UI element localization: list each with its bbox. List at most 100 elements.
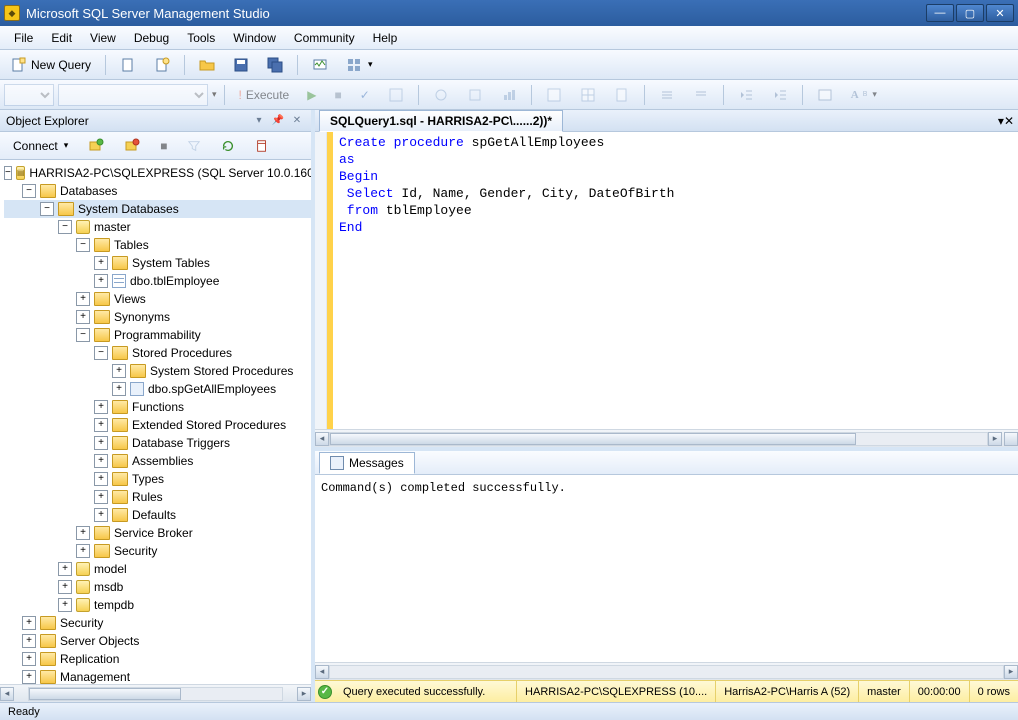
stored-procedures-node[interactable]: −Stored Procedures [4,344,311,362]
menu-file[interactable]: File [6,28,41,48]
estimated-plan-button[interactable] [381,83,411,107]
results-to-file-button[interactable] [607,83,637,107]
security-db-node[interactable]: +Security [4,542,311,560]
registered-servers-button[interactable]: ▾ [339,53,380,77]
assemblies-node[interactable]: +Assemblies [4,452,311,470]
scroll-thumb[interactable] [330,433,856,445]
replication-node[interactable]: +Replication [4,650,311,668]
new-query-button[interactable]: New Query [4,53,98,77]
oe-connect-icon-button[interactable] [81,135,111,157]
system-databases-node[interactable]: −System Databases [4,200,311,218]
tab-close-button[interactable]: ✕ [1004,114,1014,128]
management-node[interactable]: +Management [4,668,311,684]
oe-stop-button[interactable]: ■ [153,135,174,157]
document-tab[interactable]: SQLQuery1.sql - HARRISA2-PC\......2))* [319,110,563,132]
scroll-right-button[interactable]: ▸ [297,687,311,701]
scroll-thumb[interactable] [29,688,181,700]
decrease-indent-button[interactable] [731,83,761,107]
template-explorer-button[interactable]: AB▾ [844,83,884,107]
oe-summary-button[interactable] [248,135,276,157]
messages-tab[interactable]: Messages [319,452,415,474]
folder-icon [94,544,110,558]
results-to-grid-button[interactable] [573,83,603,107]
scroll-track[interactable] [329,432,988,446]
increase-indent-button[interactable] [765,83,795,107]
scroll-track[interactable] [329,665,1004,679]
model-node[interactable]: +model [4,560,311,578]
root-security-node[interactable]: +Security [4,614,311,632]
dbo-tblemployee-node[interactable]: +dbo.tblEmployee [4,272,311,290]
pin-button[interactable]: 📌 [270,113,286,129]
scroll-right-button[interactable]: ▸ [1004,665,1018,679]
extended-stored-procedures-node[interactable]: +Extended Stored Procedures [4,416,311,434]
views-node[interactable]: +Views [4,290,311,308]
minimize-button[interactable]: — [926,4,954,22]
menu-view[interactable]: View [82,28,124,48]
master-node[interactable]: −master [4,218,311,236]
defaults-node[interactable]: +Defaults [4,506,311,524]
debug-target-combo[interactable] [4,84,54,106]
service-broker-node[interactable]: +Service Broker [4,524,311,542]
new-project-button[interactable] [147,53,177,77]
menu-window[interactable]: Window [225,28,284,48]
oe-close-button[interactable]: ✕ [289,113,305,129]
menu-help[interactable]: Help [365,28,406,48]
include-plan-button[interactable] [460,83,490,107]
close-button[interactable]: ✕ [986,4,1014,22]
save-button[interactable] [226,53,256,77]
messages-scrollbar[interactable]: ◂ ▸ [315,662,1018,680]
tempdb-node[interactable]: +tempdb [4,596,311,614]
specify-values-button[interactable] [810,83,840,107]
stop-button[interactable]: ■ [327,83,348,107]
database-combo[interactable] [58,84,208,106]
messages-body[interactable]: Command(s) completed successfully. [315,475,1018,662]
connect-button[interactable]: Connect▾ [6,135,75,157]
sql-editor[interactable]: Create procedure spGetAllEmployees as Be… [315,132,1018,429]
tables-node[interactable]: −Tables [4,236,311,254]
open-button[interactable] [192,53,222,77]
msdb-node[interactable]: +msdb [4,578,311,596]
types-node[interactable]: +Types [4,470,311,488]
debug-button[interactable]: ▶ [300,83,323,107]
code-area[interactable]: Create procedure spGetAllEmployees as Be… [333,132,1018,429]
parse-button[interactable]: ✓ [353,83,377,107]
oe-filter-button[interactable] [180,135,208,157]
menu-edit[interactable]: Edit [43,28,80,48]
intellisense-button[interactable] [426,83,456,107]
menu-tools[interactable]: Tools [179,28,223,48]
functions-node[interactable]: +Functions [4,398,311,416]
server-objects-node[interactable]: +Server Objects [4,632,311,650]
rules-node[interactable]: +Rules [4,488,311,506]
activity-monitor-button[interactable] [305,53,335,77]
server-node[interactable]: −▤HARRISA2-PC\SQLEXPRESS (SQL Server 10.… [4,164,311,182]
editor-scrollbar[interactable]: ◂ ▸ [315,429,1018,447]
results-to-text-button[interactable] [539,83,569,107]
scroll-left-button[interactable]: ◂ [315,432,329,446]
databases-node[interactable]: −Databases [4,182,311,200]
dbo-spgetallemployees-node[interactable]: +dbo.spGetAllEmployees [4,380,311,398]
system-tables-node[interactable]: +System Tables [4,254,311,272]
new-file-button[interactable] [113,53,143,77]
scroll-left-button[interactable]: ◂ [0,687,14,701]
scroll-left-button[interactable]: ◂ [315,665,329,679]
split-button[interactable] [1004,432,1018,446]
object-explorer-tree[interactable]: −▤HARRISA2-PC\SQLEXPRESS (SQL Server 10.… [0,160,311,684]
system-stored-procedures-node[interactable]: +System Stored Procedures [4,362,311,380]
uncomment-button[interactable] [686,83,716,107]
programmability-node[interactable]: −Programmability [4,326,311,344]
scroll-right-button[interactable]: ▸ [988,432,1002,446]
menu-community[interactable]: Community [286,28,363,48]
comment-button[interactable] [652,83,682,107]
include-stats-button[interactable] [494,83,524,107]
scroll-track[interactable] [28,687,283,701]
oe-dropdown-button[interactable]: ▾ [251,113,267,129]
menu-debug[interactable]: Debug [126,28,177,48]
oe-scrollbar[interactable]: ◂ ▸ [0,684,311,702]
execute-button[interactable]: ! Execute [232,83,297,107]
oe-disconnect-icon-button[interactable] [117,135,147,157]
save-all-button[interactable] [260,53,290,77]
database-triggers-node[interactable]: +Database Triggers [4,434,311,452]
maximize-button[interactable]: ▢ [956,4,984,22]
oe-refresh-button[interactable] [214,135,242,157]
synonyms-node[interactable]: +Synonyms [4,308,311,326]
